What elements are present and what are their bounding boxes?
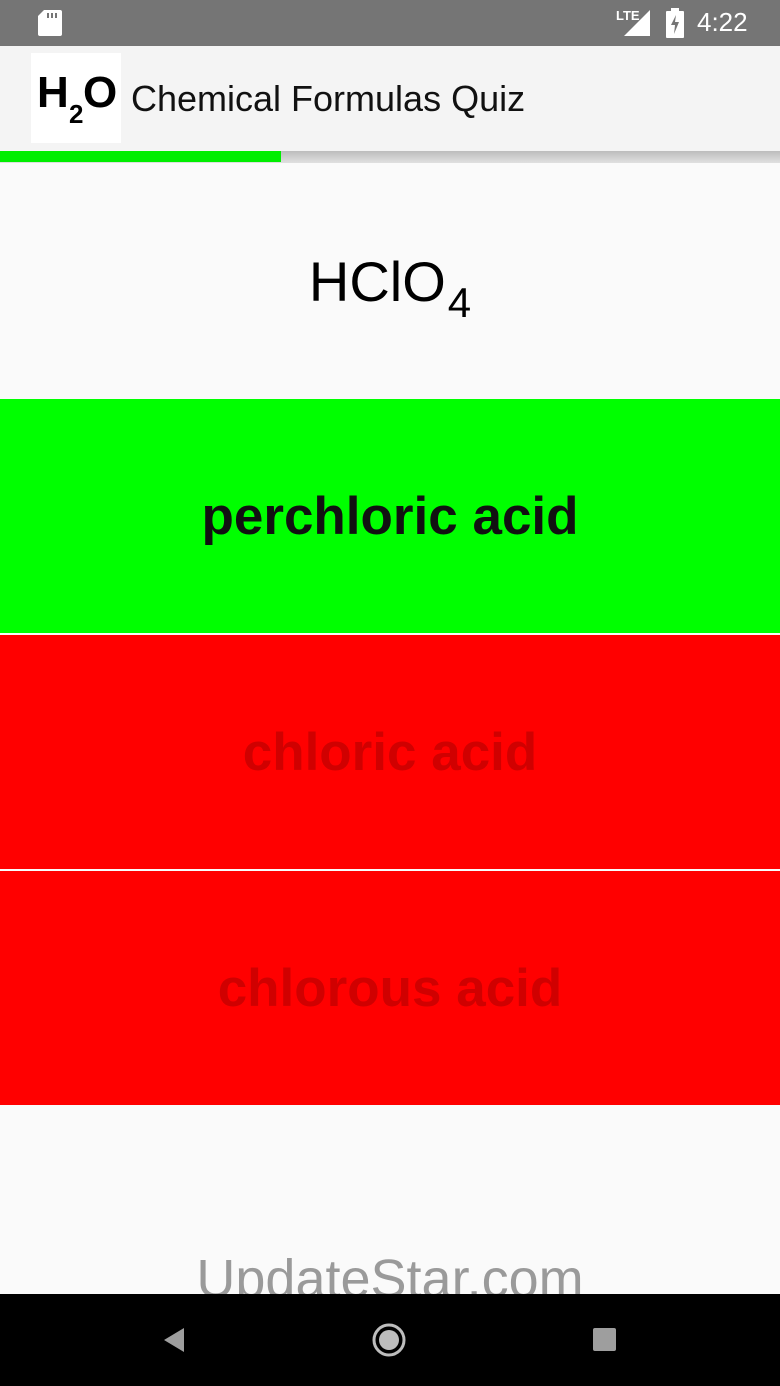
quiz-progress-bar	[0, 151, 780, 163]
home-icon[interactable]	[367, 1318, 411, 1362]
answer-label: perchloric acid	[201, 486, 579, 546]
app-logo-o: O	[83, 68, 118, 117]
app-title: Chemical Formulas Quiz	[131, 78, 526, 119]
clock: 4:22	[697, 7, 748, 37]
app-bar: H 2 O Chemical Formulas Quiz	[0, 46, 780, 151]
navigation-bar	[0, 1294, 780, 1386]
recents-icon[interactable]	[583, 1318, 627, 1362]
app-logo-h: H	[37, 68, 69, 117]
answer-option-chloric-acid[interactable]: chloric acid	[0, 635, 780, 869]
answer-option-chlorous-acid[interactable]: chlorous acid	[0, 871, 780, 1105]
app-logo: H 2 O	[31, 53, 121, 143]
battery-charging-icon	[666, 8, 684, 38]
formula-subscript: 4	[447, 279, 472, 326]
question-formula: HClO 4	[0, 163, 780, 399]
formula-text: HClO	[308, 249, 446, 313]
answer-label: chloric acid	[242, 722, 538, 782]
sd-card-icon	[38, 10, 62, 36]
quiz-progress-fill	[0, 151, 281, 162]
status-bar: LTE 4:22	[0, 0, 780, 46]
answer-option-perchloric-acid[interactable]: perchloric acid	[0, 399, 780, 633]
app-logo-subscript: 2	[69, 99, 84, 129]
back-icon[interactable]	[152, 1318, 196, 1362]
answer-label: chlorous acid	[217, 958, 563, 1018]
signal-icon	[624, 10, 650, 36]
